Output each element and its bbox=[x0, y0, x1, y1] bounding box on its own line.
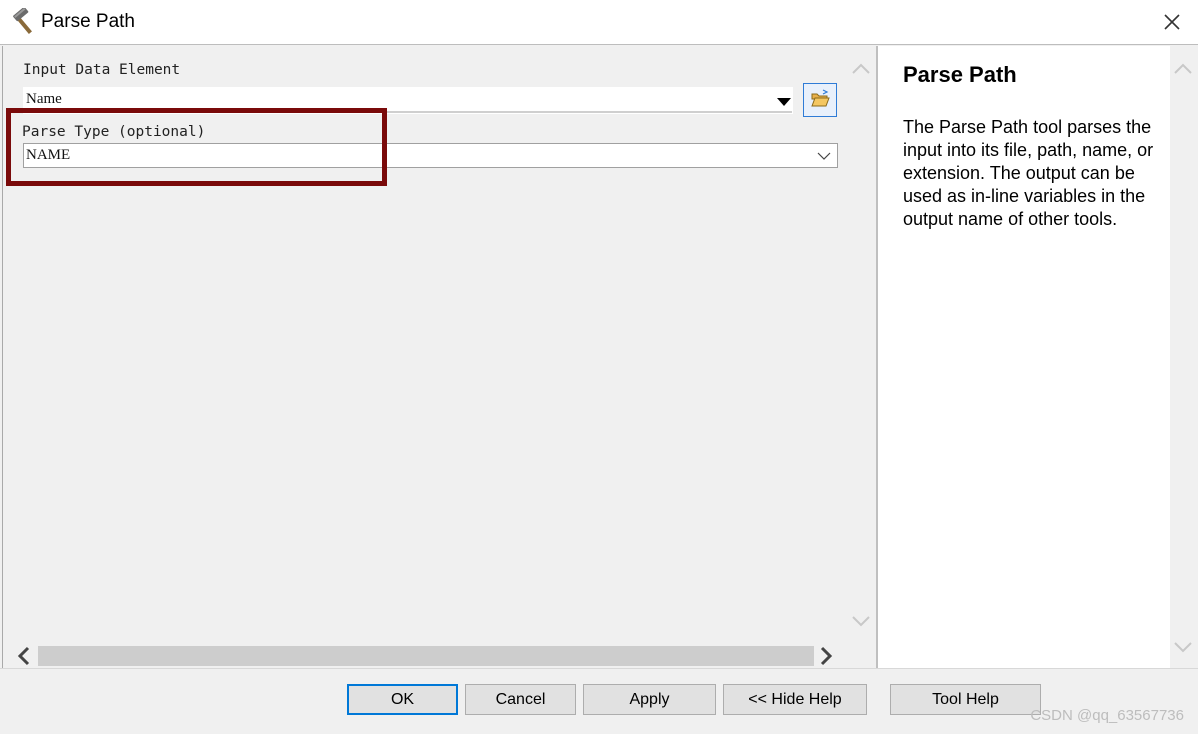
input-data-element-field[interactable]: Name bbox=[23, 87, 793, 114]
help-title: Parse Path bbox=[903, 62, 1017, 87]
input-data-element-dropdown[interactable] bbox=[776, 88, 792, 115]
cancel-button[interactable]: Cancel bbox=[465, 684, 576, 715]
hide-help-button[interactable]: << Hide Help bbox=[723, 684, 867, 715]
scroll-up-icon[interactable] bbox=[1170, 56, 1196, 82]
parameters-vertical-scrollbar[interactable] bbox=[848, 46, 874, 644]
scroll-right-icon[interactable] bbox=[814, 644, 838, 668]
hammer-icon bbox=[10, 8, 38, 36]
scroll-down-icon[interactable] bbox=[1170, 634, 1196, 660]
apply-button[interactable]: Apply bbox=[583, 684, 716, 715]
close-icon bbox=[1164, 14, 1180, 30]
chevron-down-icon bbox=[817, 152, 831, 160]
help-vertical-scrollbar[interactable] bbox=[1170, 46, 1196, 668]
parameters-horizontal-scrollbar[interactable] bbox=[8, 644, 848, 668]
input-data-element-label: Input Data Element bbox=[23, 62, 181, 78]
watermark: CSDN @qq_63567736 bbox=[1030, 707, 1184, 724]
scroll-down-icon[interactable] bbox=[848, 608, 874, 634]
title-bar: Parse Path bbox=[0, 0, 1198, 45]
browse-button[interactable] bbox=[803, 83, 837, 117]
tool-help-button[interactable]: Tool Help bbox=[890, 684, 1041, 715]
help-description: The Parse Path tool parses the input int… bbox=[903, 117, 1154, 229]
parse-type-select[interactable]: NAME bbox=[23, 143, 838, 168]
input-data-element-value: Name bbox=[26, 91, 62, 107]
horizontal-scroll-thumb[interactable] bbox=[38, 646, 814, 666]
scroll-left-icon[interactable] bbox=[12, 644, 36, 668]
ok-button[interactable]: OK bbox=[347, 684, 458, 715]
help-pane: Parse Path The Parse Path tool parses th… bbox=[878, 46, 1196, 668]
close-button[interactable] bbox=[1160, 10, 1184, 34]
scroll-up-icon[interactable] bbox=[848, 56, 874, 82]
dropdown-arrow-icon bbox=[777, 98, 791, 106]
parse-type-label: Parse Type (optional) bbox=[22, 124, 206, 140]
open-folder-icon bbox=[811, 89, 830, 107]
parse-type-value: NAME bbox=[26, 147, 71, 163]
window-title: Parse Path bbox=[41, 11, 135, 32]
parameters-pane: Input Data Element Name Parse Type (opti… bbox=[2, 46, 873, 668]
